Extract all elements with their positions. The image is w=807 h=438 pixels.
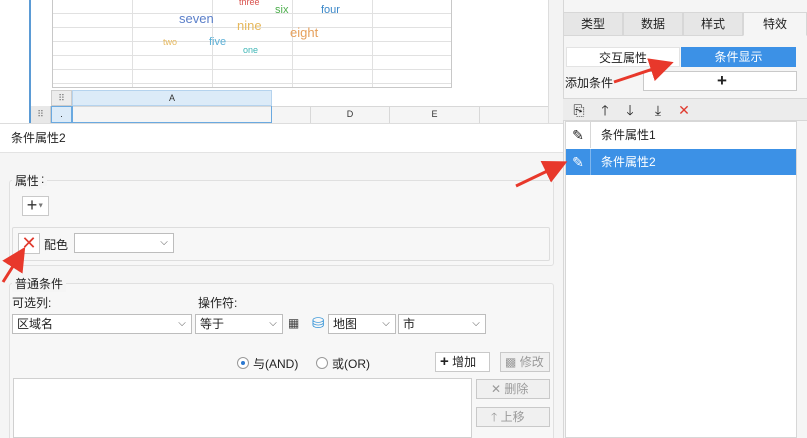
- operator-label: 操作符:: [198, 296, 238, 310]
- delete-icon[interactable]: ✕: [674, 101, 694, 119]
- selected-row-cell[interactable]: .: [51, 106, 72, 123]
- chevron-down-icon: ⌵: [382, 318, 390, 329]
- column-select[interactable]: 区域名 ⌵: [12, 314, 192, 334]
- optional-columns-label: 可选列:: [12, 296, 52, 310]
- table-grid-icon[interactable]: ▦: [288, 316, 299, 330]
- segment-condition-display[interactable]: 条件显示: [681, 47, 796, 67]
- add-attribute-button[interactable]: +▼: [22, 196, 49, 216]
- database-icon: ⛁: [312, 315, 325, 332]
- arrow-down-icon[interactable]: 🡓: [620, 101, 640, 119]
- move-bottom-icon[interactable]: ⤓: [648, 101, 668, 119]
- delete-button-label: 删除: [504, 382, 529, 396]
- list-item[interactable]: ✎ 条件属性2: [566, 149, 796, 175]
- column-select-value: 区域名: [17, 317, 54, 331]
- word-four: four: [321, 4, 340, 16]
- word-three: three: [239, 0, 260, 7]
- column-header-a[interactable]: A: [72, 90, 272, 106]
- and-radio[interactable]: [237, 357, 249, 369]
- edit-pencil-icon[interactable]: ✎: [566, 149, 591, 175]
- word-nine: nine: [237, 18, 262, 33]
- tab-data[interactable]: 数据: [623, 12, 683, 36]
- dialog-title: 条件属性2: [0, 123, 563, 153]
- column-header-e[interactable]: E: [390, 106, 480, 123]
- segment-interaction-props[interactable]: 交互属性: [566, 47, 680, 67]
- add-condition-button[interactable]: + 增加: [435, 352, 490, 372]
- modify-icon: ▩: [505, 355, 517, 369]
- word-six: six: [275, 4, 289, 16]
- city-select-value: 市: [403, 317, 416, 331]
- add-condition-plus-button[interactable]: +: [643, 71, 797, 91]
- plus-icon: +: [440, 353, 449, 370]
- word-one: one: [243, 45, 259, 55]
- chevron-down-icon: ⌵: [178, 318, 186, 329]
- column-header-d[interactable]: D: [310, 106, 390, 123]
- normal-condition-legend: 普通条件: [12, 275, 67, 292]
- color-select[interactable]: ⌵: [74, 233, 174, 253]
- sheet-corner-grid-icon[interactable]: ⠿: [51, 90, 72, 106]
- color-label: 配色: [44, 238, 69, 252]
- or-radio[interactable]: [316, 357, 328, 369]
- list-item-label: 条件属性1: [601, 128, 656, 142]
- add-button-label: 增加: [452, 355, 477, 369]
- attributes-legend-colon: :: [38, 172, 48, 186]
- move-up-button-label: 上移: [500, 410, 525, 424]
- word-seven: seven: [179, 11, 214, 26]
- word-two: two: [163, 37, 178, 47]
- city-select[interactable]: 市 ⌵: [398, 314, 486, 334]
- panel-tabs: 类型 数据 样式 特效: [563, 12, 807, 36]
- word-cloud-chart[interactable]: three six four seven nine eight two five…: [52, 0, 452, 88]
- tab-style[interactable]: 样式: [683, 12, 743, 36]
- arrow-up-icon: 🡑: [491, 410, 498, 424]
- or-label: 或(OR): [332, 357, 370, 371]
- arrow-up-icon[interactable]: 🡑: [595, 101, 615, 119]
- modify-button[interactable]: ▩ 修改: [500, 352, 550, 372]
- operator-select-value: 等于: [200, 317, 225, 331]
- selected-column-outline: [72, 106, 272, 123]
- map-select[interactable]: 地图 ⌵: [328, 314, 396, 334]
- condition-list: ✎ 条件属性1 ✎ 条件属性2: [565, 121, 797, 438]
- operator-select[interactable]: 等于 ⌵: [195, 314, 283, 334]
- edit-pencil-icon[interactable]: ✎: [566, 122, 591, 148]
- delete-icon: ✕: [491, 382, 502, 396]
- sheet-left-gutter: [0, 0, 31, 123]
- chevron-down-icon: ⌵: [269, 318, 277, 329]
- list-item-label: 条件属性2: [601, 155, 656, 169]
- list-item[interactable]: ✎ 条件属性1: [566, 122, 796, 148]
- remove-attribute-icon[interactable]: ✕: [18, 233, 40, 254]
- copy-icon[interactable]: ⎘: [569, 101, 589, 119]
- sheet-scroll-strip[interactable]: [548, 0, 563, 123]
- chevron-down-icon: ⌵: [160, 237, 168, 248]
- map-select-value: 地图: [333, 317, 358, 331]
- add-condition-label: 添加条件: [565, 76, 614, 90]
- move-up-button[interactable]: 🡑 上移: [476, 407, 550, 427]
- chevron-down-icon: ⌵: [472, 318, 480, 329]
- tab-type[interactable]: 类型: [563, 12, 623, 36]
- tab-effects[interactable]: 特效: [743, 12, 807, 36]
- condition-list-area[interactable]: [13, 378, 472, 438]
- sheet-corner[interactable]: ⠿: [31, 106, 51, 123]
- delete-button[interactable]: ✕ 删除: [476, 379, 550, 399]
- word-eight: eight: [290, 25, 319, 40]
- dropdown-caret-icon: ▼: [37, 202, 45, 210]
- condition-toolbar: ⎘ 🡑 🡓 ⤓ ✕: [563, 98, 807, 121]
- word-five: five: [209, 36, 227, 48]
- modify-button-label: 修改: [519, 355, 544, 369]
- and-label: 与(AND): [253, 357, 299, 371]
